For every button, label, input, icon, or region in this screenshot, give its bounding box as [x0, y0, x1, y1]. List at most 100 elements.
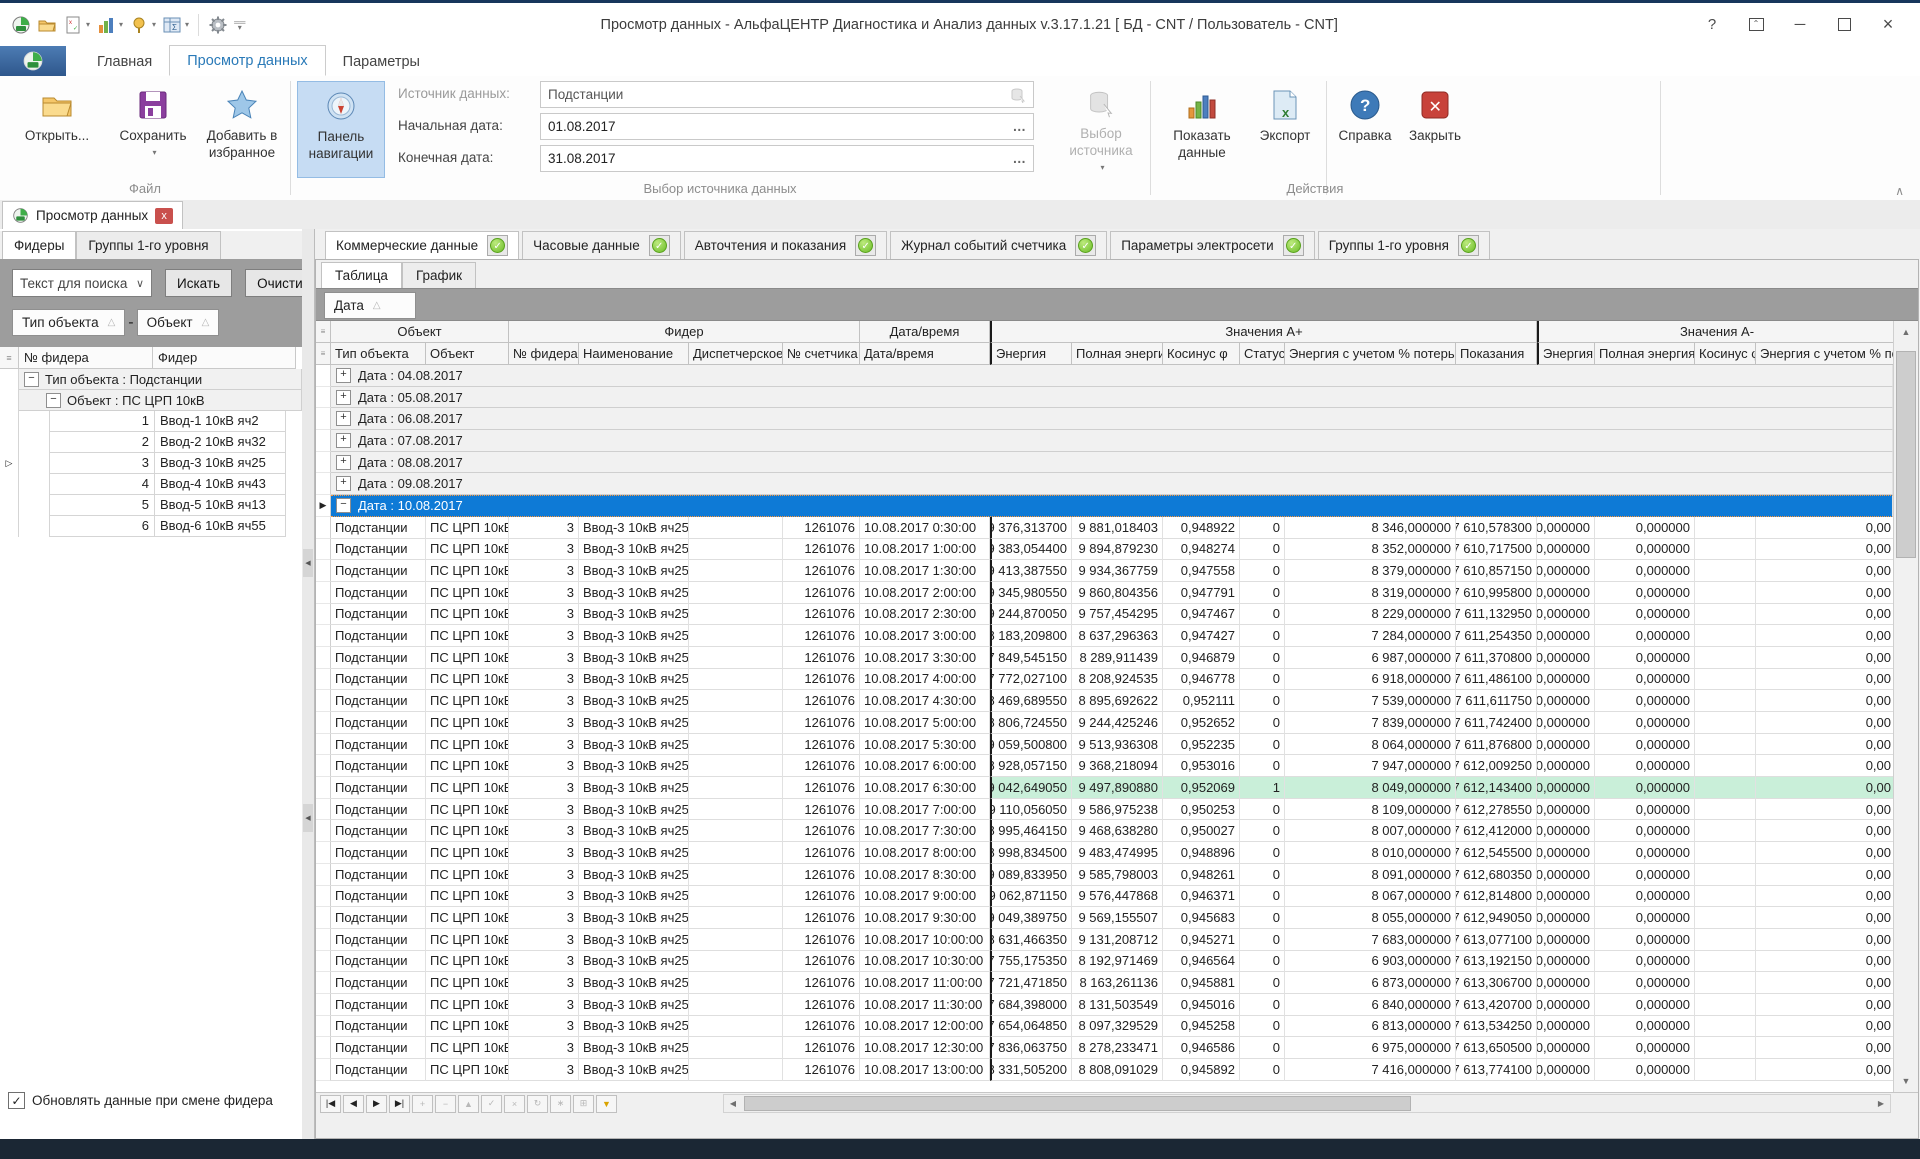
data-row[interactable]: ПодстанцииПС ЦРП 10кВ3Ввод-3 10кВ яч2512…	[316, 734, 1893, 756]
nav-layout-button[interactable]: ⊞	[573, 1095, 594, 1113]
column-header-8[interactable]: Полная энергия	[1072, 343, 1163, 365]
column-header-2[interactable]: № фидера	[509, 343, 579, 365]
source-tab-5[interactable]: Группы 1-го уровня✓	[1318, 231, 1490, 259]
data-row[interactable]: ПодстанцииПС ЦРП 10кВ3Ввод-3 10кВ яч2512…	[316, 994, 1893, 1016]
ribbon-display-icon[interactable]: ⌃	[1734, 10, 1778, 40]
scroll-down-icon[interactable]: ▼	[1894, 1070, 1918, 1092]
nav-append-button[interactable]: +	[412, 1095, 433, 1113]
data-row[interactable]: ПодстанцииПС ЦРП 10кВ3Ввод-3 10кВ яч2512…	[316, 777, 1893, 799]
end-date-field[interactable]: 31.08.2017 …	[540, 145, 1034, 172]
nav-prev-button[interactable]: ◀	[343, 1095, 364, 1113]
ribbon-tab-parametry[interactable]: Параметры	[326, 47, 437, 76]
show-data-button[interactable]: Показать данные	[1158, 81, 1246, 176]
data-row[interactable]: ПодстанцииПС ЦРП 10кВ3Ввод-3 10кВ яч2512…	[316, 929, 1893, 951]
data-row[interactable]: ПодстанцииПС ЦРП 10кВ3Ввод-3 10кВ яч2512…	[316, 842, 1893, 864]
column-header-15[interactable]: Косинус φ	[1695, 343, 1756, 365]
date-group-row[interactable]: +Дата : 07.08.2017	[316, 430, 1893, 452]
date-group-row[interactable]: +Дата : 06.08.2017	[316, 408, 1893, 430]
date-group-row[interactable]: +Дата : 09.08.2017	[316, 473, 1893, 495]
scroll-right-icon[interactable]: ▶	[1872, 1095, 1890, 1112]
source-tab-4[interactable]: Параметры электросети✓	[1110, 231, 1314, 259]
help-button[interactable]: ? Справка	[1333, 81, 1397, 176]
data-row[interactable]: ПодстанцииПС ЦРП 10кВ3Ввод-3 10кВ яч2512…	[316, 517, 1893, 539]
date-group-row[interactable]: ▶−Дата : 10.08.2017	[316, 495, 1893, 517]
data-row[interactable]: ПодстанцииПС ЦРП 10кВ3Ввод-3 10кВ яч2512…	[316, 886, 1893, 908]
horizontal-scrollbar-thumb[interactable]	[744, 1096, 1411, 1111]
feeder-row[interactable]: 4Ввод-4 10кВ яч43	[0, 474, 302, 495]
collapse-ribbon-icon[interactable]: ∧	[1895, 184, 1904, 198]
nav-next-button[interactable]: ▶	[366, 1095, 387, 1113]
data-row[interactable]: ПодстанцииПС ЦРП 10кВ3Ввод-3 10кВ яч2512…	[316, 625, 1893, 647]
nav-bookmark-button[interactable]: ∗	[550, 1095, 571, 1113]
column-header-6[interactable]: Дата/время	[860, 343, 990, 365]
data-row[interactable]: ПодстанцииПС ЦРП 10кВ3Ввод-3 10кВ яч2512…	[316, 951, 1893, 973]
source-tab-2[interactable]: Авточтения и показания✓	[684, 231, 887, 259]
close-view-button[interactable]: ✕ Закрыть	[1402, 81, 1468, 176]
help-icon[interactable]: ?	[1690, 10, 1734, 40]
summary-table-icon[interactable]: Σ ▾	[162, 15, 189, 35]
data-row[interactable]: ПодстанцииПС ЦРП 10кВ3Ввод-3 10кВ яч2512…	[316, 712, 1893, 734]
column-header-5[interactable]: № счетчика	[783, 343, 860, 365]
column-header-7[interactable]: Энергия	[990, 343, 1072, 365]
feeder-row[interactable]: 2Ввод-2 10кВ яч32	[0, 432, 302, 453]
expand-icon[interactable]: +	[336, 411, 351, 426]
app-menu-button[interactable]	[0, 46, 66, 76]
expand-icon[interactable]: +	[336, 433, 351, 448]
source-select-button[interactable]: Выбор источника ▾	[1056, 81, 1146, 176]
export-button[interactable]: x Экспорт	[1250, 81, 1320, 176]
date-group-row[interactable]: +Дата : 08.08.2017	[316, 452, 1893, 474]
customize-toolbar-icon[interactable]: ══▾	[234, 20, 245, 30]
column-header-12[interactable]: Показания	[1456, 343, 1537, 365]
collapse-icon[interactable]: −	[336, 498, 351, 513]
column-header-9[interactable]: Косинус φ	[1163, 343, 1240, 365]
nav-cancel-button[interactable]: ×	[504, 1095, 525, 1113]
data-row[interactable]: ПодстанцииПС ЦРП 10кВ3Ввод-3 10кВ яч2512…	[316, 799, 1893, 821]
tree-group-object-type[interactable]: −Тип объекта : Подстанции	[0, 369, 302, 390]
map-pin-icon[interactable]: ▾	[129, 15, 156, 35]
collapse-panel-icon[interactable]: ◀	[303, 549, 313, 577]
combo-dropdown-icon[interactable]: ∨	[136, 277, 144, 290]
document-tab-close-icon[interactable]: x	[155, 208, 173, 224]
col-header-feeder-num[interactable]: № фидера	[19, 347, 153, 369]
panel-splitter[interactable]: ◀ ◀	[302, 229, 315, 1139]
open-folder-icon[interactable]	[37, 15, 57, 35]
data-row[interactable]: ПодстанцииПС ЦРП 10кВ3Ввод-3 10кВ яч2512…	[316, 907, 1893, 929]
column-chooser-icon[interactable]: ≡	[316, 343, 331, 365]
collapse-icon[interactable]: −	[46, 393, 61, 408]
tab-chart[interactable]: График	[402, 262, 476, 288]
start-date-field[interactable]: 01.08.2017 …	[540, 113, 1034, 140]
column-header-0[interactable]: Тип объекта	[331, 343, 426, 365]
column-header-14[interactable]: Полная энергия	[1595, 343, 1695, 365]
end-date-picker-icon[interactable]: …	[1013, 151, 1027, 166]
data-row[interactable]: ПодстанцииПС ЦРП 10кВ3Ввод-3 10кВ яч2512…	[316, 560, 1893, 582]
navigation-panel-toggle[interactable]: Панель навигации	[297, 81, 385, 178]
settings-gear-icon[interactable]	[208, 15, 228, 35]
tab-feeders[interactable]: Фидеры	[2, 231, 76, 259]
ribbon-tab-prosmotr-dannyh[interactable]: Просмотр данных	[169, 45, 325, 76]
expand-icon[interactable]: +	[336, 476, 351, 491]
groupby-chip-object[interactable]: Объект△	[137, 309, 220, 336]
data-row[interactable]: ПодстанцииПС ЦРП 10кВ3Ввод-3 10кВ яч2512…	[316, 669, 1893, 691]
report-icon[interactable]: x✓ ▾	[63, 15, 90, 35]
nav-filter-button[interactable]: ▼	[596, 1095, 617, 1113]
source-field[interactable]: Подстанции	[540, 81, 1034, 108]
collapse-icon[interactable]: −	[24, 372, 39, 387]
column-chooser-icon[interactable]: ≡	[316, 321, 331, 343]
column-header-4[interactable]: Диспетчерское	[689, 343, 783, 365]
data-row[interactable]: ПодстанцииПС ЦРП 10кВ3Ввод-3 10кВ яч2512…	[316, 820, 1893, 842]
document-tab[interactable]: Просмотр данных x	[2, 201, 183, 229]
feeder-row[interactable]: 1Ввод-1 10кВ яч2	[0, 411, 302, 432]
vertical-scrollbar[interactable]: ▲ ▼	[1893, 321, 1918, 1092]
collapse-panel-icon[interactable]: ◀	[303, 804, 313, 832]
column-header-1[interactable]: Объект	[426, 343, 509, 365]
maximize-icon[interactable]	[1822, 10, 1866, 40]
data-row[interactable]: ПодстанцииПС ЦРП 10кВ3Ввод-3 10кВ яч2512…	[316, 604, 1893, 626]
tab-table[interactable]: Таблица	[321, 262, 402, 288]
add-favorite-button[interactable]: Добавить в избранное	[198, 81, 286, 176]
nav-delete-button[interactable]: −	[435, 1095, 456, 1113]
minimize-icon[interactable]: ─	[1778, 10, 1822, 40]
column-header-10[interactable]: Статус	[1240, 343, 1285, 365]
column-header-13[interactable]: Энергия	[1537, 343, 1595, 365]
scroll-up-icon[interactable]: ▲	[1894, 321, 1918, 343]
search-input[interactable]: Текст для поиска ∨	[12, 269, 152, 297]
